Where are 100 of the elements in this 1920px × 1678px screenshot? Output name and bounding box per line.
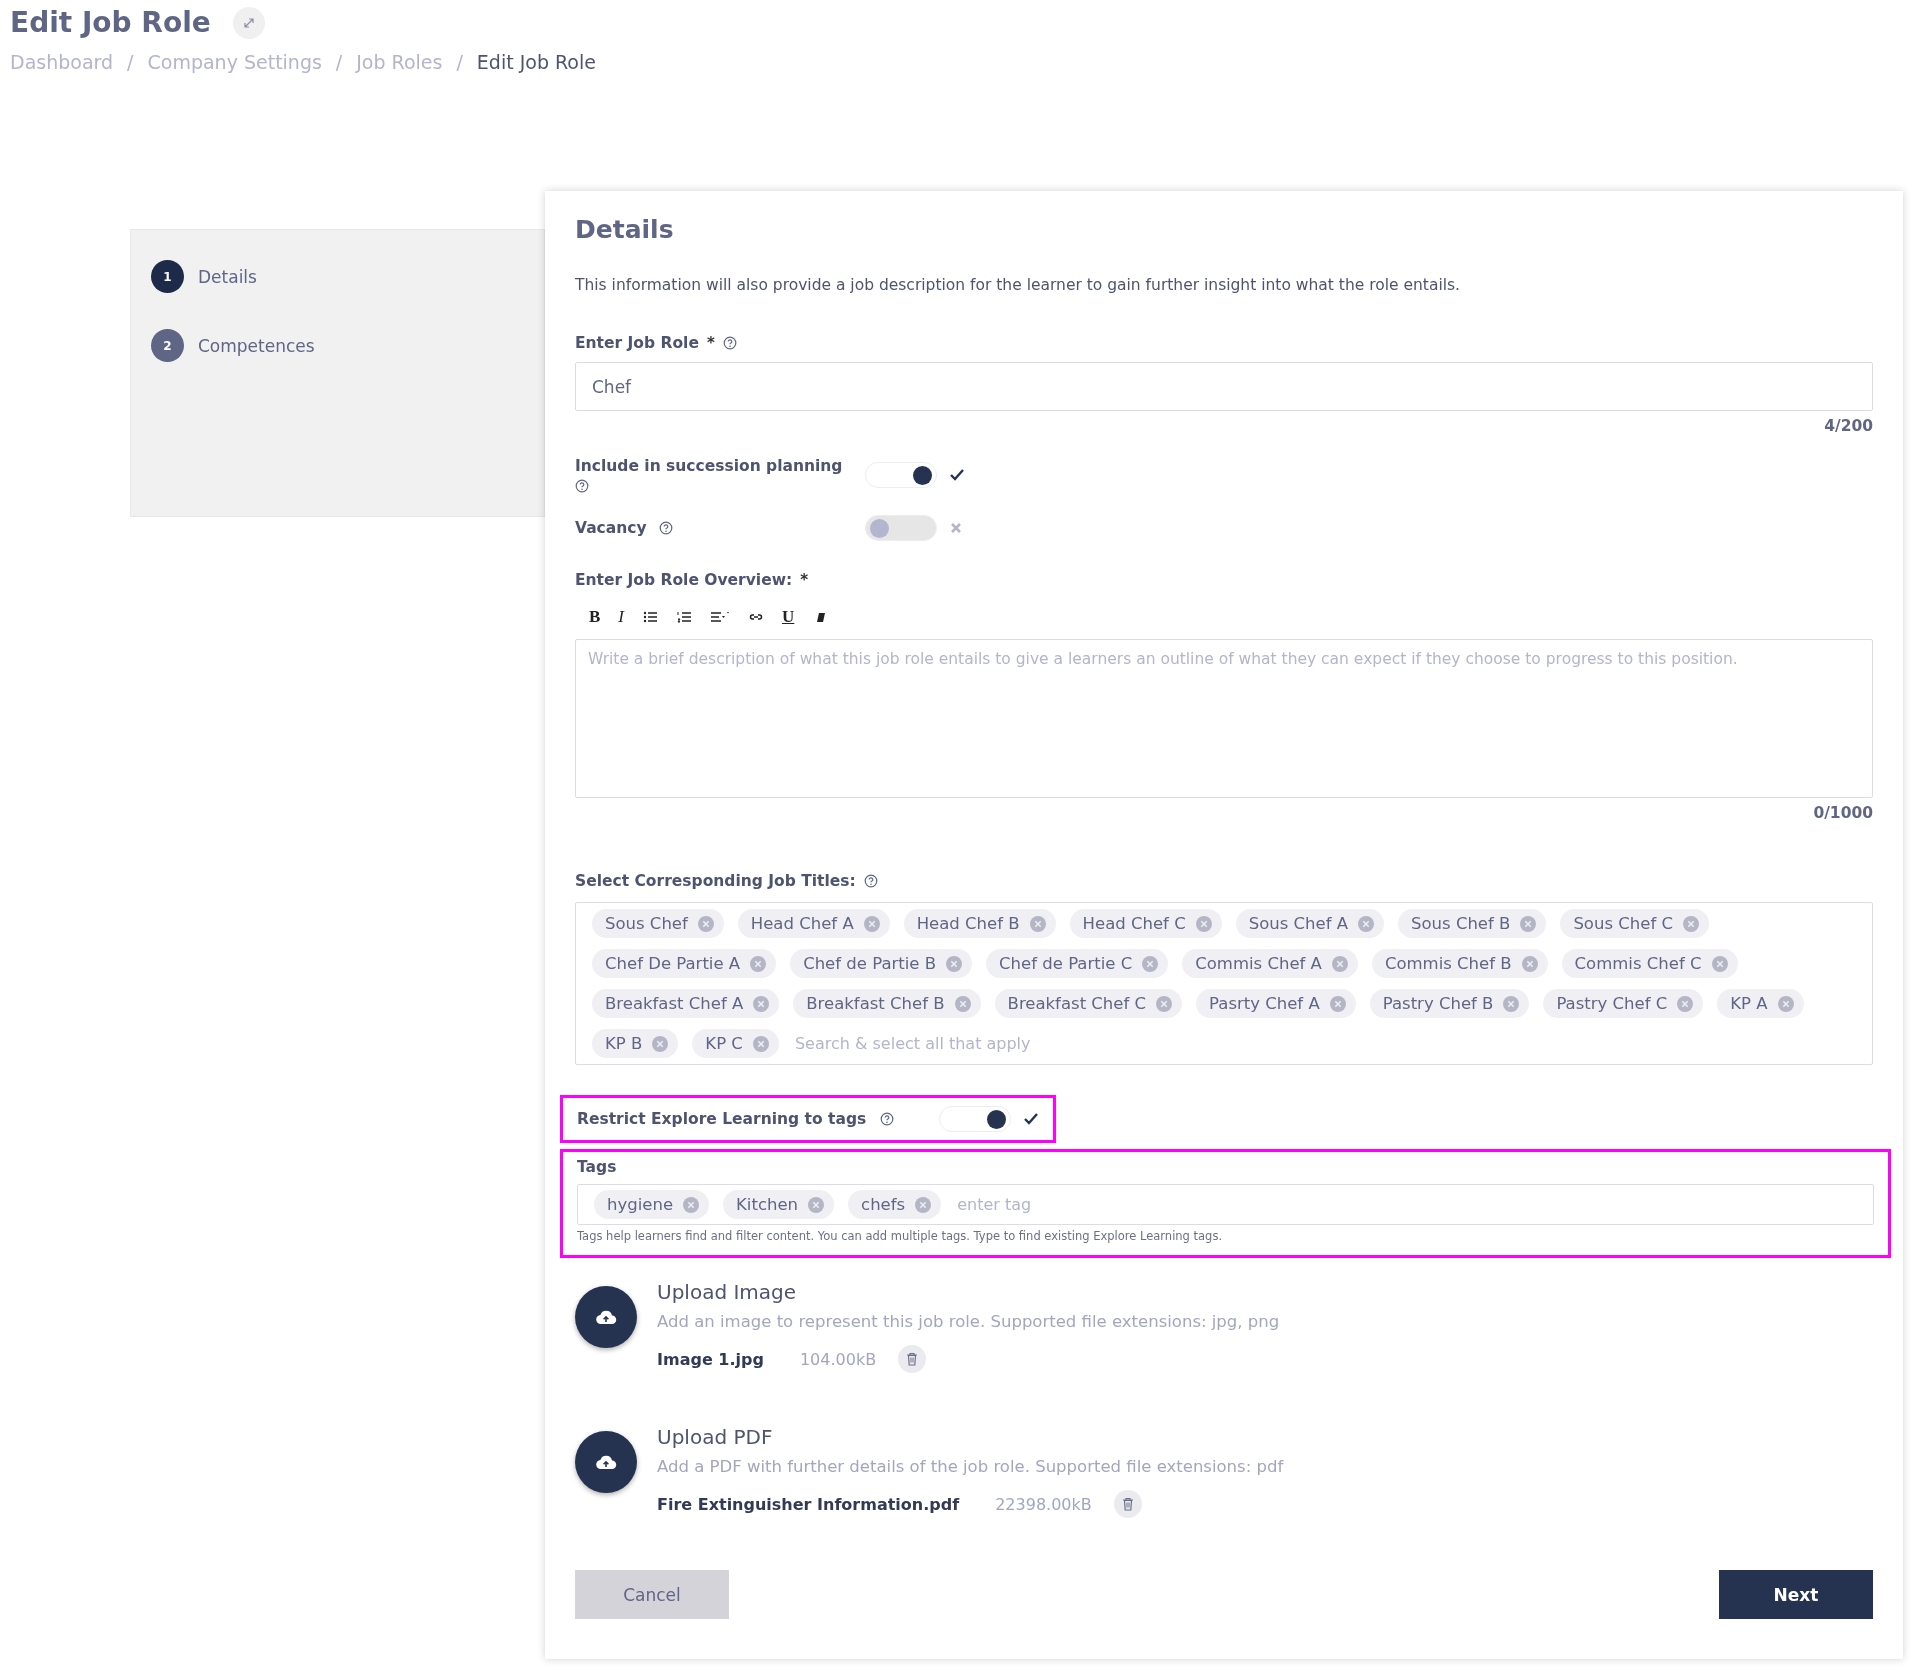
breadcrumb-current: Edit Job Role xyxy=(476,51,596,73)
remove-icon[interactable] xyxy=(1195,915,1212,932)
tag-chip[interactable]: Sous Chef C xyxy=(1560,909,1709,938)
tag-chip[interactable]: Chef de Partie B xyxy=(790,949,973,978)
remove-icon[interactable] xyxy=(1711,955,1728,972)
tag-chip[interactable]: Commis Chef B xyxy=(1371,949,1548,978)
remove-icon[interactable] xyxy=(1329,995,1346,1012)
required-mark: * xyxy=(800,571,809,589)
tag-chip[interactable]: KP C xyxy=(692,1029,779,1058)
tag-chip[interactable]: KP B xyxy=(592,1029,679,1058)
remove-icon[interactable] xyxy=(1777,995,1794,1012)
remove-icon[interactable] xyxy=(1156,995,1173,1012)
remove-icon[interactable] xyxy=(1358,915,1374,932)
remove-icon[interactable] xyxy=(753,995,770,1012)
upload-button[interactable] xyxy=(575,1286,637,1348)
delete-button[interactable] xyxy=(1113,1490,1142,1518)
remove-icon[interactable] xyxy=(752,1035,769,1052)
remove-icon[interactable] xyxy=(915,1196,932,1213)
help-icon[interactable] xyxy=(863,874,878,888)
tag-chip[interactable]: Breakfast Chef B xyxy=(793,989,981,1018)
tag-chip[interactable]: Chef de Partie C xyxy=(986,949,1169,978)
tag-chip[interactable]: Head Chef C xyxy=(1069,909,1222,938)
trash-icon xyxy=(1121,1497,1134,1511)
job-role-input[interactable]: Chef xyxy=(575,362,1873,411)
breadcrumb-separator: / xyxy=(127,51,134,73)
remove-icon[interactable] xyxy=(1029,915,1046,932)
upload-description: Add an image to represent this job role. Supported file extensions: jpg, png xyxy=(657,1312,1280,1331)
overview-textarea[interactable]: Write a brief description of what this job role entails to give a learners an outline of what they can expect if they choose to progress to this position. xyxy=(575,639,1873,798)
remove-icon[interactable] xyxy=(652,1035,669,1052)
tag-chip[interactable]: chefs xyxy=(848,1190,942,1219)
expand-icon xyxy=(241,15,256,30)
tag-chip[interactable]: Pastry Chef C xyxy=(1543,989,1704,1018)
remove-icon[interactable] xyxy=(1677,995,1694,1012)
bullets-button[interactable] xyxy=(642,609,658,625)
numbers-button[interactable] xyxy=(676,609,692,625)
tag-chip[interactable]: Commis Chef A xyxy=(1182,949,1358,978)
upload-description: Add a PDF with further details of the job role. Supported file extensions: pdf xyxy=(657,1457,1284,1476)
step-label[interactable]: Details xyxy=(198,266,257,287)
toggle-switch[interactable] xyxy=(865,462,937,488)
help-icon[interactable] xyxy=(880,1112,895,1126)
help-icon[interactable] xyxy=(575,479,589,493)
tag-text: Chef De Partie A xyxy=(605,954,741,973)
help-icon[interactable] xyxy=(658,521,673,535)
underline-button[interactable]: U xyxy=(782,607,795,627)
field-label: Tags xyxy=(577,1158,617,1176)
tag-text: KP C xyxy=(705,1034,743,1053)
tag-chip[interactable]: Commis Chef C xyxy=(1561,949,1738,978)
tag-chip[interactable]: Head Chef A xyxy=(737,909,890,938)
remove-icon[interactable] xyxy=(1521,955,1538,972)
remove-icon[interactable] xyxy=(683,1196,700,1213)
step-number[interactable]: 2 xyxy=(151,329,184,362)
page-title: Edit Job Role xyxy=(10,6,211,39)
tag-chip[interactable]: Breakfast Chef C xyxy=(994,989,1183,1018)
bold-button[interactable]: B xyxy=(589,607,601,627)
tag-chip[interactable]: Sous Chef A xyxy=(1235,909,1384,938)
toggle-label: Include in succession planning xyxy=(575,457,843,475)
tags-input[interactable]: hygiene Kitchen chefs enter tag xyxy=(577,1184,1874,1225)
italic-button[interactable]: I xyxy=(618,607,624,627)
tag-text: Kitchen xyxy=(736,1195,799,1214)
tag-chip[interactable]: KP A xyxy=(1717,989,1804,1018)
tag-chip[interactable]: Kitchen xyxy=(723,1190,835,1219)
remove-icon[interactable] xyxy=(750,955,767,972)
tag-chip[interactable]: hygiene xyxy=(594,1190,710,1219)
upload-title: Upload Image xyxy=(657,1280,798,1304)
tag-chip[interactable]: Head Chef B xyxy=(903,909,1056,938)
remove-icon[interactable] xyxy=(863,915,880,932)
help-icon[interactable] xyxy=(722,336,737,350)
remove-icon[interactable] xyxy=(1331,955,1348,972)
remove-icon[interactable] xyxy=(946,955,963,972)
expand-button[interactable] xyxy=(232,6,265,39)
tag-chip[interactable]: Breakfast Chef A xyxy=(592,989,780,1018)
file-name: Fire Extinguisher Information.pdf xyxy=(657,1494,960,1514)
job-titles-select[interactable]: Sous Chef Head Chef A Head Chef B Head Chef C Sous Chef A Sous Chef B Sous Chef C Chef De Partie A Chef de Partie B Chef de Partie C Commis Chef A Commis Chef B Commis Chef C Breakfast Chef A Breakfast Chef B Breakfast Chef C Pasrty Chef A Pastry Chef B Pastry Chef C KP A KP B KP C Search & select all that apply xyxy=(575,902,1873,1065)
tag-text: chefs xyxy=(861,1195,906,1214)
remove-icon[interactable] xyxy=(1520,915,1537,932)
section-description: This information will also provide a job description for the learner to gain further insight into what the role entails. xyxy=(575,276,1461,294)
next-button[interactable]: Next xyxy=(1719,1570,1873,1619)
step-label[interactable]: Competences xyxy=(198,335,315,356)
remove-icon[interactable] xyxy=(808,1196,825,1213)
step-number[interactable]: 1 xyxy=(151,260,184,293)
toggle-switch[interactable] xyxy=(939,1106,1011,1132)
align-button[interactable] xyxy=(710,609,730,625)
toggle-switch[interactable] xyxy=(865,515,937,541)
delete-button[interactable] xyxy=(898,1345,927,1373)
file-size: 104.00kB xyxy=(799,1349,877,1369)
check-icon xyxy=(1023,1112,1039,1126)
tag-chip[interactable]: Chef De Partie A xyxy=(592,949,777,978)
remove-icon[interactable] xyxy=(954,995,971,1012)
remove-icon[interactable] xyxy=(1682,915,1699,932)
remove-icon[interactable] xyxy=(1142,955,1159,972)
trash-icon xyxy=(906,1352,919,1366)
tag-chip[interactable]: Pastry Chef B xyxy=(1369,989,1530,1018)
upload-button[interactable] xyxy=(575,1431,637,1493)
tag-chip[interactable]: Pasrty Chef A xyxy=(1196,989,1356,1018)
tag-text: hygiene xyxy=(607,1195,674,1214)
tag-chip[interactable]: Sous Chef xyxy=(592,909,724,938)
remove-icon[interactable] xyxy=(697,915,714,932)
remove-icon[interactable] xyxy=(1503,995,1520,1012)
tag-chip[interactable]: Sous Chef B xyxy=(1398,909,1547,938)
cancel-button[interactable]: Cancel xyxy=(575,1570,729,1619)
